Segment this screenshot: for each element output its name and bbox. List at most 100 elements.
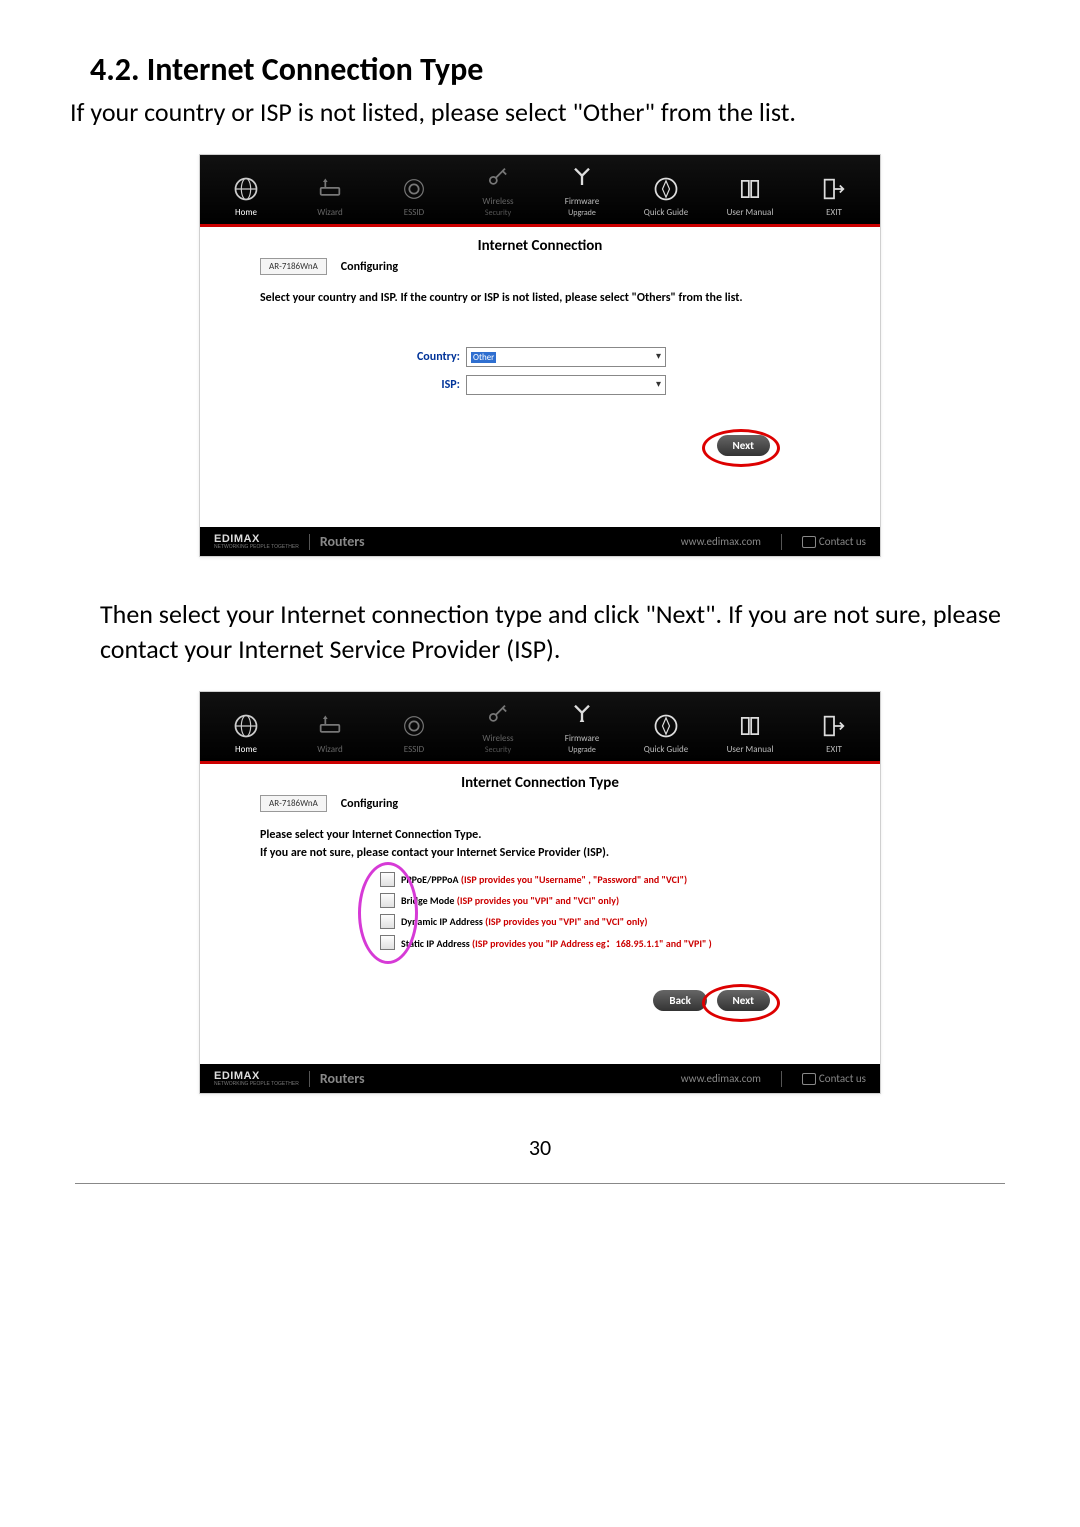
nav-label: Wizard	[317, 207, 343, 218]
page-number: 30	[70, 1134, 1010, 1161]
option-bridge[interactable]: Bridge Mode (ISP provides you "VPI" and …	[380, 893, 820, 908]
compass-icon	[651, 711, 681, 741]
footer-url[interactable]: www.edimax.com	[681, 1072, 761, 1085]
model-label: AR-7186WnA	[260, 258, 327, 275]
nav-firmware-upgrade[interactable]: Firmware Upgrade	[540, 700, 624, 755]
nav-label: ESSID	[404, 744, 424, 755]
screenshot-internet-connection: Home Wizard ESSID Wireless Security Firm…	[199, 154, 881, 557]
highlight-ellipse-next	[702, 984, 780, 1022]
instruction-text: Select your country and ISP. If the coun…	[260, 289, 820, 307]
back-button[interactable]: Back	[653, 990, 706, 1011]
exit-icon	[819, 711, 849, 741]
nav-wizard[interactable]: Wizard	[288, 174, 372, 218]
nav-label: Quick Guide	[644, 744, 688, 755]
nav-label: Wireless	[482, 733, 513, 744]
nav-essid[interactable]: ESSID	[372, 711, 456, 755]
footer-contact[interactable]: Contact us	[802, 1072, 866, 1085]
nav-label: Quick Guide	[644, 207, 688, 218]
nav-label: EXIT	[826, 744, 842, 755]
isp-label: ISP:	[260, 378, 466, 392]
nav-sublabel: Security	[485, 208, 511, 218]
footer-contact[interactable]: Contact us	[802, 535, 866, 548]
option-note: (ISP provides you "VPI" and "VCI" only)	[457, 894, 619, 907]
nav-label: User Manual	[727, 744, 774, 755]
model-label: AR-7186WnA	[260, 795, 327, 812]
nav-home[interactable]: Home	[204, 174, 288, 218]
country-select[interactable]: Other	[466, 347, 666, 367]
key-icon	[483, 700, 513, 730]
wireless-eye-icon	[399, 174, 429, 204]
nav-wireless-security[interactable]: Wireless Security	[456, 700, 540, 755]
router-footer: EDIMAXNETWORKING PEOPLE TOGETHER Routers…	[200, 527, 880, 556]
download-star-icon	[567, 163, 597, 193]
option-dynamic-ip[interactable]: Dynamic IP Address (ISP provides you "VP…	[380, 914, 820, 929]
exit-icon	[819, 174, 849, 204]
nav-exit[interactable]: EXIT	[792, 711, 876, 755]
router-icon	[315, 711, 345, 741]
nav-label: ESSID	[404, 207, 424, 218]
page-footer-rule	[75, 1183, 1005, 1184]
nav-label: EXIT	[826, 207, 842, 218]
nav-label: Firmware	[565, 733, 600, 744]
compass-icon	[651, 174, 681, 204]
nav-sublabel: Upgrade	[568, 745, 596, 755]
nav-exit[interactable]: EXIT	[792, 174, 876, 218]
nav-essid[interactable]: ESSID	[372, 174, 456, 218]
nav-quick-guide[interactable]: Quick Guide	[624, 174, 708, 218]
book-icon	[735, 711, 765, 741]
section-heading: 4.2. Internet Connection Type	[90, 50, 1010, 89]
nav-firmware-upgrade[interactable]: Firmware Upgrade	[540, 163, 624, 218]
option-note: (ISP provides you "VPI" and "VCI" only)	[485, 915, 647, 928]
option-pppoe[interactable]: PPPoE/PPPoA (ISP provides you "Username"…	[380, 872, 820, 887]
instruction-line-2: If you are not sure, please contact your…	[260, 844, 820, 862]
nav-sublabel: Upgrade	[568, 208, 596, 218]
configuring-label: Configuring	[341, 260, 398, 274]
footer-routers: Routers	[320, 533, 365, 550]
nav-user-manual[interactable]: User Manual	[708, 174, 792, 218]
highlight-ellipse-checkboxes	[358, 862, 418, 964]
nav-home[interactable]: Home	[204, 711, 288, 755]
nav-label: Home	[235, 207, 257, 218]
nav-wireless-security[interactable]: Wireless Security	[456, 163, 540, 218]
option-note: (ISP provides you "IP Address eg：168.95.…	[472, 937, 712, 950]
book-icon	[735, 174, 765, 204]
router-nav-bar: Home Wizard ESSID Wireless Security Firm…	[200, 155, 880, 224]
brand-logo: EDIMAXNETWORKING PEOPLE TOGETHER	[214, 533, 299, 550]
option-static-ip[interactable]: Static IP Address (ISP provides you "IP …	[380, 935, 820, 950]
nav-label: Firmware	[565, 196, 600, 207]
router-nav-bar: Home Wizard ESSID Wireless Security Firm…	[200, 692, 880, 761]
screenshot-connection-type: Home Wizard ESSID Wireless Security Firm…	[199, 691, 881, 1094]
country-select-value: Other	[471, 352, 496, 363]
panel-title: Internet Connection Type	[260, 774, 820, 792]
highlight-ellipse-next	[702, 429, 780, 467]
instruction-text: Please select your Internet Connection T…	[260, 826, 820, 862]
intro-text: If your country or ISP is not listed, pl…	[70, 95, 1010, 130]
country-label: Country:	[260, 350, 466, 364]
globe-icon	[231, 711, 261, 741]
globe-icon	[231, 174, 261, 204]
nav-wizard[interactable]: Wizard	[288, 711, 372, 755]
brand-logo: EDIMAXNETWORKING PEOPLE TOGETHER	[214, 1070, 299, 1087]
key-icon	[483, 163, 513, 193]
middle-paragraph: Then select your Internet connection typ…	[100, 597, 1010, 667]
mail-icon	[802, 1073, 816, 1085]
router-icon	[315, 174, 345, 204]
router-footer: EDIMAXNETWORKING PEOPLE TOGETHER Routers…	[200, 1064, 880, 1093]
configuring-label: Configuring	[341, 797, 398, 811]
connection-type-options: PPPoE/PPPoA (ISP provides you "Username"…	[380, 872, 820, 950]
footer-url[interactable]: www.edimax.com	[681, 535, 761, 548]
instruction-line-1: Please select your Internet Connection T…	[260, 826, 820, 844]
download-star-icon	[567, 700, 597, 730]
nav-label: Home	[235, 744, 257, 755]
nav-user-manual[interactable]: User Manual	[708, 711, 792, 755]
mail-icon	[802, 536, 816, 548]
wireless-eye-icon	[399, 711, 429, 741]
footer-routers: Routers	[320, 1070, 365, 1087]
panel-title: Internet Connection	[260, 237, 820, 255]
nav-sublabel: Security	[485, 745, 511, 755]
option-note: (ISP provides you "Username" , "Password…	[461, 873, 687, 886]
nav-label: Wizard	[317, 744, 343, 755]
nav-quick-guide[interactable]: Quick Guide	[624, 711, 708, 755]
isp-select[interactable]	[466, 375, 666, 395]
nav-label: User Manual	[727, 207, 774, 218]
